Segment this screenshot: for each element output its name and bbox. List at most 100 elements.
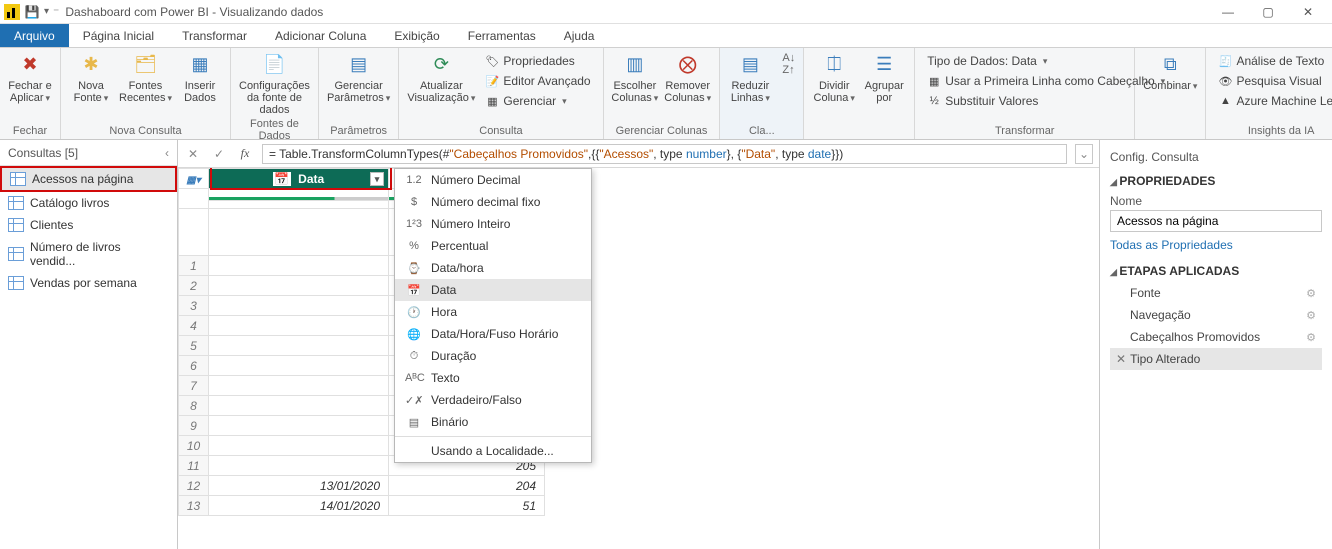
reduce-rows-button[interactable]: ▤Reduzir Linhas — [728, 52, 772, 104]
choose-columns-button[interactable]: ▥Escolher Colunas — [612, 52, 658, 104]
applied-step[interactable]: Cabeçalhos Promovidos⚙ — [1110, 326, 1322, 348]
date-type-icon[interactable]: 📅 — [273, 172, 291, 186]
type-menu-item[interactable]: 📅Data — [395, 279, 591, 301]
type-menu-item[interactable]: $Número decimal fixo — [395, 191, 591, 213]
vision-button[interactable]: 👁Pesquisa Visual — [1214, 72, 1332, 90]
cell-date[interactable] — [209, 276, 389, 296]
split-column-button[interactable]: ⎅Dividir Coluna — [812, 52, 856, 104]
replace-values-button[interactable]: ½Substituir Valores — [923, 92, 1169, 110]
row-number[interactable]: 12 — [179, 476, 209, 496]
close-apply-button[interactable]: ✖Fechar e Aplicar — [8, 52, 52, 104]
recent-sources-button[interactable]: 🗂Fontes Recentes — [119, 52, 172, 104]
grid-corner[interactable]: ▦▾ — [179, 169, 209, 189]
query-item-livros-vendidos[interactable]: Número de livros vendid... — [0, 236, 177, 272]
row-number[interactable]: 10 — [179, 436, 209, 456]
cell-date[interactable] — [209, 396, 389, 416]
gear-icon[interactable]: ⚙ — [1306, 309, 1316, 322]
all-properties-link[interactable]: Todas as Propriedades — [1110, 232, 1322, 258]
tab-transformar[interactable]: Transformar — [168, 24, 261, 47]
cell-date[interactable] — [209, 456, 389, 476]
row-number[interactable]: 3 — [179, 296, 209, 316]
type-menu-item[interactable]: 🕐Hora — [395, 301, 591, 323]
cancel-formula-icon[interactable]: ✕ — [184, 145, 202, 163]
row-number[interactable]: 6 — [179, 356, 209, 376]
row-number[interactable]: 13 — [179, 496, 209, 516]
cell-date[interactable] — [209, 376, 389, 396]
formula-input[interactable]: = Table.TransformColumnTypes(#"Cabeçalho… — [262, 144, 1067, 164]
properties-button[interactable]: 🏷Propriedades — [481, 52, 594, 70]
cell-date[interactable]: 14/01/2020 — [209, 496, 389, 516]
query-name-input[interactable] — [1110, 210, 1322, 232]
type-menu-item[interactable]: ✓✗Verdadeiro/Falso — [395, 389, 591, 411]
cell-acessos[interactable]: 204 — [389, 476, 545, 496]
combine-button[interactable]: ⧉Combinar — [1143, 52, 1197, 92]
tab-pagina-inicial[interactable]: Página Inicial — [69, 24, 168, 47]
cell-date[interactable] — [209, 316, 389, 336]
fx-icon[interactable]: fx — [236, 145, 254, 163]
gear-icon[interactable]: ⚙ — [1306, 287, 1316, 300]
row-number[interactable]: 7 — [179, 376, 209, 396]
type-menu-item[interactable]: Usando a Localidade... — [395, 440, 591, 462]
query-item-catalogo[interactable]: Catálogo livros — [0, 192, 177, 214]
row-number[interactable]: 1 — [179, 256, 209, 276]
row-number[interactable]: 5 — [179, 336, 209, 356]
type-menu-item[interactable]: AᴮCTexto — [395, 367, 591, 389]
column-header-data[interactable]: 📅 Data ▾ — [209, 169, 389, 189]
cell-date[interactable] — [209, 356, 389, 376]
minimize-button[interactable]: — — [1218, 5, 1238, 19]
save-icon[interactable]: 💾 — [24, 4, 40, 20]
maximize-button[interactable]: ▢ — [1258, 5, 1278, 19]
cell-date[interactable] — [209, 416, 389, 436]
cell-acessos[interactable]: 51 — [389, 496, 545, 516]
row-number[interactable]: 9 — [179, 416, 209, 436]
applied-step[interactable]: ✕Tipo Alterado — [1110, 348, 1322, 370]
qat-dropdown-icon[interactable]: ▾ — [44, 6, 49, 17]
tab-ajuda[interactable]: Ajuda — [550, 24, 609, 47]
cell-date[interactable] — [209, 256, 389, 276]
group-by-button[interactable]: ☰Agrupar por — [862, 52, 906, 104]
tab-exibicao[interactable]: Exibição — [380, 24, 453, 47]
applied-step[interactable]: Navegação⚙ — [1110, 304, 1322, 326]
type-menu-item[interactable]: ⌚Data/hora — [395, 257, 591, 279]
accept-formula-icon[interactable]: ✓ — [210, 145, 228, 163]
cell-date[interactable]: 13/01/2020 — [209, 476, 389, 496]
query-item-acessos[interactable]: Acessos na página — [0, 166, 177, 192]
query-item-clientes[interactable]: Clientes — [0, 214, 177, 236]
text-analytics-button[interactable]: 🧾Análise de Texto — [1214, 52, 1332, 70]
gear-icon[interactable]: ⚙ — [1306, 331, 1316, 344]
tab-adicionar-coluna[interactable]: Adicionar Coluna — [261, 24, 380, 47]
manage-params-button[interactable]: ▤Gerenciar Parâmetros — [327, 52, 390, 104]
collapse-queries-icon[interactable]: ‹ — [165, 146, 169, 160]
tab-arquivo[interactable]: Arquivo — [0, 24, 69, 47]
close-button[interactable]: ✕ — [1298, 5, 1318, 19]
azure-ml-button[interactable]: ▲Azure Machine Lear — [1214, 92, 1332, 110]
cell-date[interactable] — [209, 296, 389, 316]
remove-columns-button[interactable]: ⨂Remover Colunas — [664, 52, 711, 104]
enter-data-button[interactable]: ▦Inserir Dados — [178, 52, 222, 104]
sort-asc-icon[interactable]: A↓ — [782, 52, 795, 64]
type-menu-item[interactable]: ⏱Duração — [395, 345, 591, 367]
type-menu-item[interactable]: 1²3Número Inteiro — [395, 213, 591, 235]
tab-ferramentas[interactable]: Ferramentas — [454, 24, 550, 47]
advanced-editor-button[interactable]: 📝Editor Avançado — [481, 72, 594, 90]
manage-query-button[interactable]: ▦Gerenciar▾ — [481, 92, 594, 110]
row-number[interactable]: 8 — [179, 396, 209, 416]
data-type-dropdown[interactable]: Tipo de Dados: Data▾ — [923, 52, 1169, 70]
type-menu-item[interactable]: ▤Binário — [395, 411, 591, 433]
row-number[interactable]: 2 — [179, 276, 209, 296]
cell-date[interactable] — [209, 336, 389, 356]
column-filter-dropdown[interactable]: ▾ — [370, 172, 384, 186]
cell-date[interactable] — [209, 436, 389, 456]
delete-step-icon[interactable]: ✕ — [1116, 352, 1126, 366]
data-source-settings-button[interactable]: 📄Configurações da fonte de dados — [239, 52, 310, 116]
type-menu-item[interactable]: 1.2Número Decimal — [395, 169, 591, 191]
row-number[interactable]: 11 — [179, 456, 209, 476]
new-source-button[interactable]: ✱Nova Fonte — [69, 52, 113, 104]
type-menu-item[interactable]: 🌐Data/Hora/Fuso Horário — [395, 323, 591, 345]
applied-step[interactable]: Fonte⚙ — [1110, 282, 1322, 304]
first-row-header-button[interactable]: ▦Usar a Primeira Linha como Cabeçalho▾ — [923, 72, 1169, 90]
row-number[interactable]: 4 — [179, 316, 209, 336]
query-item-vendas-semana[interactable]: Vendas por semana — [0, 272, 177, 294]
formula-expand-icon[interactable]: ⌄ — [1075, 144, 1093, 164]
sort-desc-icon[interactable]: Z↑ — [782, 64, 795, 76]
